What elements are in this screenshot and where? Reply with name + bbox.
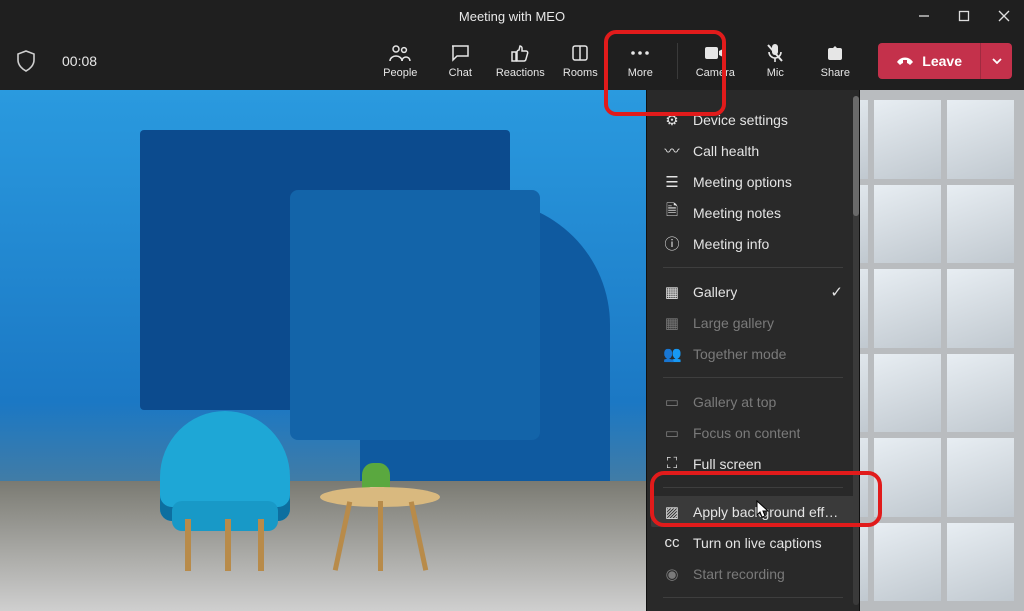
meeting-toolbar: 00:08 People Chat Reactions Rooms (0, 32, 1024, 90)
people-label: People (383, 67, 417, 79)
menu-divider (663, 267, 843, 268)
focus-icon: ▭ (663, 424, 681, 442)
menu-call-health[interactable]: 〰Call health (651, 135, 855, 166)
record-icon: ◉ (663, 565, 681, 583)
gear-icon: ⚙ (663, 111, 681, 129)
minimize-button[interactable] (904, 0, 944, 32)
leave-button[interactable]: Leave (878, 43, 980, 79)
menu-divider (663, 487, 843, 488)
menu-scrollbar-thumb[interactable] (853, 96, 859, 216)
check-icon: ✓ (830, 283, 843, 301)
leave-caret-button[interactable] (980, 43, 1012, 79)
rooms-icon (571, 43, 589, 63)
menu-gallery-at-top: ▭Gallery at top (651, 386, 855, 417)
together-icon: 👥 (663, 345, 681, 363)
rooms-label: Rooms (563, 67, 598, 79)
menu-divider (663, 377, 843, 378)
reactions-icon (510, 43, 530, 63)
window-title: Meeting with MEO (459, 9, 565, 24)
toolbar-center-group: People Chat Reactions Rooms More (373, 36, 862, 86)
title-bar: Meeting with MEO (0, 0, 1024, 32)
camera-icon (704, 43, 726, 63)
menu-turn-on-live-captions[interactable]: ccTurn on live captions (651, 527, 855, 558)
menu-start-recording: ◉Start recording (651, 558, 855, 589)
share-label: Share (821, 67, 850, 79)
video-participant-left (0, 90, 646, 611)
menu-focus-content: ▭Focus on content (651, 417, 855, 448)
sliders-icon: ☰ (663, 173, 681, 191)
meeting-stage: ⚙Device settings 〰Call health ☰Meeting o… (0, 90, 1024, 611)
meeting-timer: 00:08 (62, 53, 97, 69)
fullscreen-icon: ⛶ (663, 455, 681, 472)
menu-gallery[interactable]: ▦Gallery✓ (651, 276, 855, 307)
chevron-down-icon (992, 58, 1002, 64)
camera-button[interactable]: Camera (688, 36, 742, 86)
chat-label: Chat (449, 67, 472, 79)
menu-meeting-info[interactable]: ⓘMeeting info (651, 228, 855, 259)
menu-together-mode: 👥Together mode (651, 338, 855, 369)
chat-icon (450, 43, 470, 63)
camera-label: Camera (696, 67, 735, 79)
pulse-icon: 〰 (663, 140, 681, 161)
info-icon: ⓘ (663, 233, 681, 254)
background-effects-icon: ▨ (663, 503, 681, 521)
people-button[interactable]: People (373, 36, 427, 86)
gallery-icon: ▦ (663, 283, 681, 301)
menu-divider (663, 597, 843, 598)
menu-meeting-options[interactable]: ☰Meeting options (651, 166, 855, 197)
rooms-button[interactable]: Rooms (553, 36, 607, 86)
share-button[interactable]: Share (808, 36, 862, 86)
more-label: More (628, 67, 653, 79)
mic-button[interactable]: Mic (748, 36, 802, 86)
menu-full-screen[interactable]: ⛶Full screen (651, 448, 855, 479)
reactions-label: Reactions (496, 67, 545, 79)
more-menu-panel: ⚙Device settings 〰Call health ☰Meeting o… (646, 90, 860, 611)
more-icon (630, 43, 650, 63)
leave-label: Leave (922, 53, 962, 69)
menu-dont-show-chat-bubbles[interactable]: 💬Don't show chat bubbles (651, 606, 855, 611)
reactions-button[interactable]: Reactions (493, 36, 547, 86)
share-icon (826, 43, 844, 63)
more-button[interactable]: More (613, 36, 667, 86)
menu-device-settings[interactable]: ⚙Device settings (651, 104, 855, 135)
people-icon (389, 43, 411, 63)
mic-off-icon (766, 43, 784, 63)
menu-meeting-notes[interactable]: 🗎Meeting notes (651, 197, 855, 228)
menu-large-gallery: ▦Large gallery (651, 307, 855, 338)
window-controls (904, 0, 1024, 32)
toolbar-separator (677, 43, 678, 79)
maximize-button[interactable] (944, 0, 984, 32)
leave-group: Leave (878, 43, 1012, 79)
captions-icon: cc (663, 534, 681, 551)
menu-apply-background-effects[interactable]: ▨Apply background effe... (651, 496, 855, 527)
shield-icon (12, 50, 40, 72)
gallery-top-icon: ▭ (663, 393, 681, 411)
mic-label: Mic (767, 67, 784, 79)
notes-icon: 🗎 (663, 200, 681, 225)
hangup-icon (896, 55, 914, 67)
close-button[interactable] (984, 0, 1024, 32)
chat-button[interactable]: Chat (433, 36, 487, 86)
large-gallery-icon: ▦ (663, 314, 681, 332)
